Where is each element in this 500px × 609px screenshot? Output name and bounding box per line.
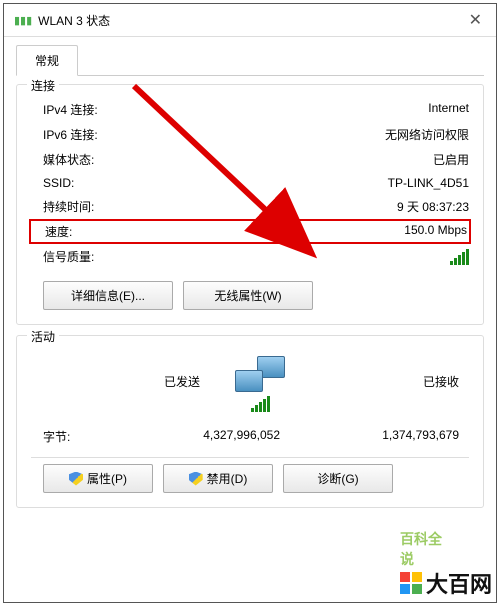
ipv6-value: 无网络访问权限 (385, 126, 469, 143)
bytes-received: 1,374,793,679 (290, 428, 469, 445)
row-speed: 速度: 150.0 Mbps (29, 219, 471, 244)
ssid-value: TP-LINK_4D51 (388, 176, 469, 190)
ssid-label: SSID: (31, 176, 74, 190)
properties-button[interactable]: 属性(P) (43, 464, 153, 493)
shield-icon (189, 472, 203, 486)
ipv4-label: IPv4 连接: (31, 101, 98, 118)
connection-group: 连接 IPv4 连接: Internet IPv6 连接: 无网络访问权限 媒体… (16, 84, 484, 325)
shield-icon (69, 472, 83, 486)
wireless-properties-button[interactable]: 无线属性(W) (183, 281, 313, 310)
tabs: 常规 (16, 45, 484, 76)
received-label: 已接收 (290, 373, 469, 390)
tab-general[interactable]: 常规 (16, 45, 78, 76)
media-value: 已启用 (433, 151, 469, 168)
wifi-icon: ▮▮▮ (14, 14, 32, 27)
speed-label: 速度: (33, 223, 72, 240)
row-signal: 信号质量: (31, 244, 469, 275)
signal-label: 信号质量: (31, 248, 94, 265)
duration-label: 持续时间: (31, 198, 94, 215)
bytes-row: 字节: 4,327,996,052 1,374,793,679 (31, 414, 469, 451)
details-button[interactable]: 详细信息(E)... (43, 281, 173, 310)
titlebar: ▮▮▮ WLAN 3 状态 ✕ (4, 4, 496, 37)
row-media: 媒体状态: 已启用 (31, 147, 469, 172)
speed-value: 150.0 Mbps (404, 223, 467, 240)
watermark-brand: 大百网 (426, 567, 492, 599)
activity-signal-icon (251, 396, 270, 412)
signal-bars-icon (450, 249, 469, 265)
window: ▮▮▮ WLAN 3 状态 ✕ 常规 连接 IPv4 连接: Internet … (3, 3, 497, 603)
activity-title: 活动 (27, 328, 59, 345)
connection-buttons: 详细信息(E)... 无线属性(W) (31, 281, 469, 310)
ipv4-value: Internet (428, 101, 469, 118)
activity-icon-cell (230, 350, 290, 412)
separator (31, 457, 469, 458)
bytes-sent: 4,327,996,052 (111, 428, 290, 445)
diagnose-button-label: 诊断(G) (317, 470, 358, 487)
properties-button-label: 属性(P) (87, 470, 127, 487)
media-label: 媒体状态: (31, 151, 94, 168)
watermark: 百科全说 大百网 (400, 567, 492, 599)
diagnose-button[interactable]: 诊断(G) (283, 464, 393, 493)
sent-label: 已发送 (31, 373, 230, 390)
row-ipv4: IPv4 连接: Internet (31, 97, 469, 122)
activity-header: 已发送 已接收 (31, 348, 469, 414)
bytes-label: 字节: (31, 428, 111, 445)
row-ipv6: IPv6 连接: 无网络访问权限 (31, 122, 469, 147)
connection-title: 连接 (27, 77, 59, 94)
network-monitors-icon (230, 356, 290, 392)
content: 常规 连接 IPv4 连接: Internet IPv6 连接: 无网络访问权限… (4, 37, 496, 530)
window-title: WLAN 3 状态 (38, 12, 464, 29)
watermark-hint: 百科全说 (400, 529, 452, 569)
close-button[interactable]: ✕ (465, 10, 486, 30)
duration-value: 9 天 08:37:23 (397, 198, 469, 215)
ipv6-label: IPv6 连接: (31, 126, 98, 143)
activity-group: 活动 已发送 已接收 字节: (16, 335, 484, 508)
disable-button-label: 禁用(D) (207, 470, 248, 487)
row-duration: 持续时间: 9 天 08:37:23 (31, 194, 469, 219)
disable-button[interactable]: 禁用(D) (163, 464, 273, 493)
activity-buttons: 属性(P) 禁用(D) 诊断(G) (31, 464, 469, 493)
watermark-logo-icon (400, 572, 422, 594)
row-ssid: SSID: TP-LINK_4D51 (31, 172, 469, 194)
